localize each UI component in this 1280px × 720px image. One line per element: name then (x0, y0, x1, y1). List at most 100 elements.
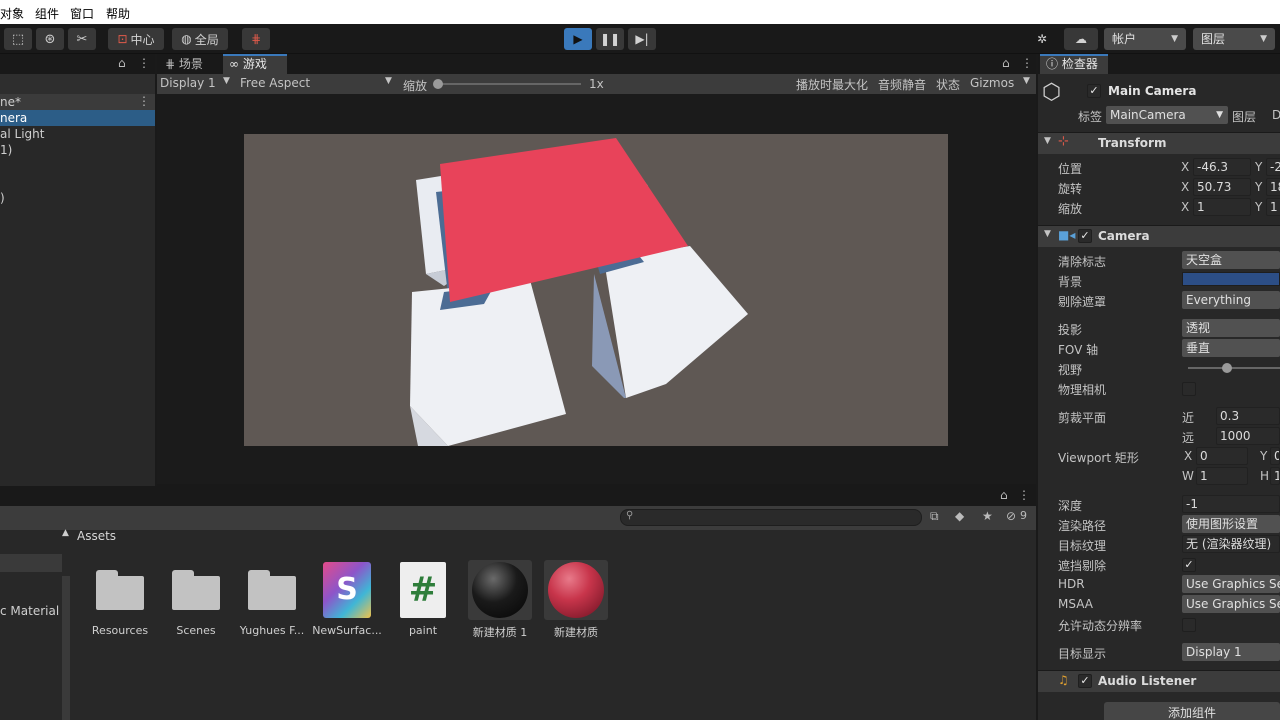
viewport-h-field[interactable]: 1 (1270, 467, 1280, 485)
asset-script-paint[interactable]: # (388, 560, 458, 618)
filter-label-icon[interactable]: ◆ (955, 509, 964, 523)
scene-header[interactable]: ne* ⋮ (0, 94, 155, 110)
scene-menu-icon[interactable]: ⋮ (138, 94, 150, 108)
depth-field[interactable]: -1 (1182, 495, 1280, 513)
asset-folder-resources[interactable] (85, 560, 155, 610)
camera-enabled-checkbox[interactable]: ✓ (1078, 229, 1092, 243)
tag-dropdown[interactable]: MainCamera ▼ (1106, 106, 1228, 124)
material-red-icon (548, 562, 604, 618)
projection-label: 投影 (1058, 323, 1083, 337)
hierarchy-item[interactable]: 1) (0, 142, 155, 158)
hierarchy-item-selected[interactable]: nera (0, 110, 155, 126)
lock-icon[interactable]: ⌂ (118, 56, 126, 70)
target-texture-field[interactable]: 无 (渲染器纹理) (1182, 535, 1280, 553)
viewport-w-field[interactable]: 1 (1196, 467, 1248, 485)
menu-dots-icon[interactable]: ⋮ (138, 56, 150, 70)
hidden-packages-icon[interactable]: ⊘ (1006, 509, 1016, 523)
viewport-y-field[interactable]: 0 (1270, 447, 1280, 465)
projection-dropdown[interactable]: 透视 (1182, 319, 1280, 337)
position-y-field[interactable]: -2 (1266, 158, 1280, 176)
tab-inspector[interactable]: ⓘ 检查器 (1040, 54, 1108, 74)
hdr-dropdown[interactable]: Use Graphics Se (1182, 575, 1280, 593)
scale-slider-handle[interactable] (433, 79, 443, 89)
menu-dots-icon[interactable]: ⋮ (1021, 56, 1033, 70)
scale-y-field[interactable]: 1 (1266, 198, 1280, 216)
active-checkbox[interactable]: ✓ (1087, 84, 1101, 98)
stats-toggle[interactable]: 状态 (936, 76, 960, 93)
layers-dropdown[interactable]: 图层 ▼ (1193, 28, 1275, 50)
fov-slider-handle[interactable] (1222, 363, 1232, 373)
asset-material-red[interactable] (541, 560, 611, 620)
favorite-star-icon[interactable]: ★ (982, 509, 993, 523)
step-button[interactable]: ▶| (628, 28, 656, 50)
tab-game[interactable]: ∞ 游戏 (223, 54, 287, 74)
rotation-y-field[interactable]: 18 (1266, 178, 1280, 196)
clear-flags-dropdown[interactable]: 天空盒 (1182, 251, 1280, 269)
maximize-on-play-toggle[interactable]: 播放时最大化 (796, 76, 868, 93)
gizmos-toggle[interactable]: Gizmos (970, 76, 1014, 90)
target-display-dropdown[interactable]: Display 1 (1182, 643, 1280, 661)
play-button[interactable]: ▶ (564, 28, 592, 50)
scale-slider-track[interactable] (437, 83, 581, 85)
object-name-field[interactable]: Main Camera (1108, 84, 1196, 98)
hierarchy-item[interactable]: ) (0, 190, 155, 206)
dynamic-resolution-checkbox[interactable] (1182, 618, 1196, 632)
audio-listener-header[interactable]: ♫ ✓ Audio Listener (1038, 670, 1280, 692)
assets-breadcrumb[interactable]: Assets (77, 529, 116, 543)
account-dropdown[interactable]: 帐户 ▼ (1104, 28, 1186, 50)
folder-tree-item-selected[interactable] (0, 554, 62, 572)
filter-type-icon[interactable]: ⧉ (930, 509, 939, 524)
chevron-up-icon: ▲ (62, 528, 69, 538)
lock-icon[interactable]: ⌂ (1000, 488, 1008, 502)
layer-label: 图层 (1232, 110, 1257, 124)
physical-camera-checkbox[interactable] (1182, 382, 1196, 396)
aspect-dropdown[interactable]: Free Aspect (240, 76, 310, 90)
position-x-field[interactable]: -46.3 (1193, 158, 1251, 176)
audio-listener-checkbox[interactable]: ✓ (1078, 674, 1092, 688)
far-clip-field[interactable]: 1000 (1216, 427, 1280, 445)
display-dropdown[interactable]: Display 1 (160, 76, 216, 90)
project-search-input[interactable]: ⚲ (620, 509, 922, 526)
background-color-swatch[interactable] (1182, 272, 1280, 286)
menu-item-component[interactable]: 组件 (35, 5, 59, 22)
asset-folder-yughues[interactable] (237, 560, 307, 610)
menu-item-object[interactable]: 对象 (0, 5, 24, 22)
grid-snap-button[interactable]: ⋕ (242, 28, 270, 50)
rect-tool-button[interactable]: ⬚ (4, 28, 32, 50)
rendering-path-dropdown[interactable]: 使用图形设置 (1182, 515, 1280, 533)
services-button[interactable]: ✲ (1030, 28, 1054, 50)
menu-item-window[interactable]: 窗口 (70, 5, 94, 22)
menu-dots-icon[interactable]: ⋮ (1018, 488, 1030, 502)
transform-tool-button[interactable]: ⊛ (36, 28, 64, 50)
scale-x-field[interactable]: 1 (1193, 198, 1251, 216)
global-button[interactable]: ◍ 全局 (172, 28, 228, 50)
fov-axis-dropdown[interactable]: 垂直 (1182, 339, 1280, 357)
occlusion-culling-checkbox[interactable]: ✓ (1182, 558, 1196, 572)
folder-tree-item[interactable]: c Material (0, 604, 59, 618)
pause-button[interactable]: ❚❚ (596, 28, 624, 50)
culling-mask-dropdown[interactable]: Everything (1182, 291, 1280, 309)
tab-scene[interactable]: ⋕ 场景 (159, 54, 223, 74)
layer-value[interactable]: D (1272, 108, 1280, 122)
lock-icon[interactable]: ⌂ (1002, 56, 1010, 70)
folder-tree-scrollbar[interactable] (62, 576, 70, 720)
custom-tool-button[interactable]: ✂ (68, 28, 96, 50)
fov-slider-track[interactable] (1188, 367, 1280, 369)
camera-header[interactable]: ▼ ■◂ ✓ Camera (1038, 225, 1280, 247)
transform-header[interactable]: ▼ ⊹ Transform (1038, 132, 1280, 154)
cloud-button[interactable]: ☁ (1064, 28, 1098, 50)
near-clip-field[interactable]: 0.3 (1216, 407, 1280, 425)
hierarchy-item[interactable]: al Light (0, 126, 155, 142)
asset-folder-scenes[interactable] (161, 560, 231, 610)
asset-material-black[interactable] (465, 560, 535, 620)
menu-item-help[interactable]: 帮助 (106, 5, 130, 22)
mute-audio-toggle[interactable]: 音频静音 (878, 76, 926, 93)
viewport-x-field[interactable]: 0 (1196, 447, 1248, 465)
asset-shader-graph[interactable]: S (312, 560, 382, 618)
hierarchy-search-bar[interactable] (0, 74, 155, 94)
pivot-center-button[interactable]: ⊡ 中心 (108, 28, 164, 50)
add-component-button[interactable]: 添加组件 (1104, 702, 1280, 720)
msaa-dropdown[interactable]: Use Graphics Se (1182, 595, 1280, 613)
rotation-x-field[interactable]: 50.73 (1193, 178, 1251, 196)
game-render-canvas[interactable] (244, 134, 948, 446)
